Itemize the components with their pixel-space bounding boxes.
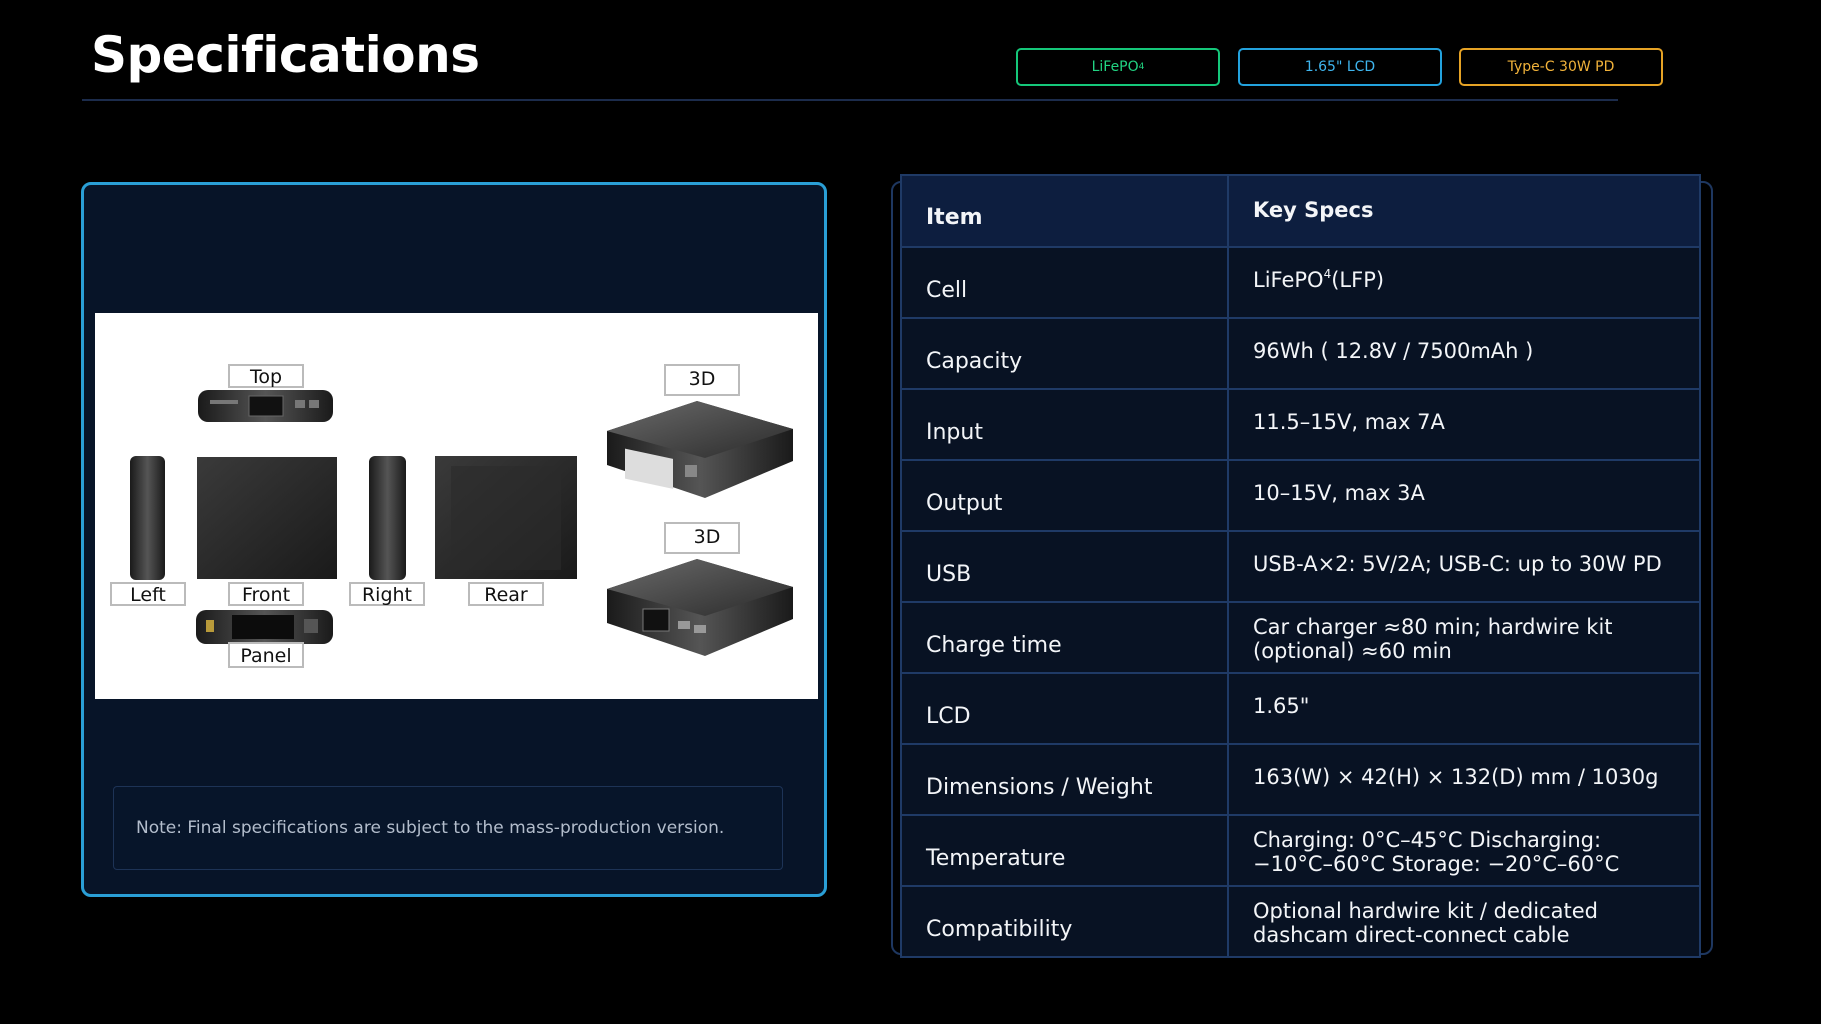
row-spec: 163(W) × 42(H) × 132(D) mm / 1030g [1253, 765, 1659, 789]
right-view [369, 456, 406, 580]
table-row: Dimensions / Weight 163(W) × 42(H) × 132… [900, 745, 1701, 816]
label-rear: Rear [484, 584, 528, 606]
row-spec: LiFePO 4 (LFP) [1229, 248, 1699, 317]
label-right: Right [362, 584, 412, 606]
row-spec: 1.65" [1253, 694, 1310, 718]
row-spec: USB-A×2: 5V/2A; USB-C: up to 30W PD [1253, 552, 1662, 576]
label-top: Top [249, 366, 282, 388]
table-row: Compatibility Optional hardwire kit / de… [900, 887, 1701, 958]
header-item: Item [902, 176, 1229, 246]
row-item: Capacity [902, 319, 1229, 388]
front-view [197, 457, 337, 579]
table-row: Cell LiFePO 4 (LFP) [900, 248, 1701, 319]
row-spec: 96Wh ( 12.8V / 7500mAh ) [1253, 339, 1534, 363]
row-spec: 10–15V, max 3A [1253, 481, 1425, 505]
row-item: Cell [902, 248, 1229, 317]
tag-typec-pd-label: Type-C 30W PD [1507, 59, 1615, 75]
table-row: Input 11.5–15V, max 7A [900, 390, 1701, 461]
row-item: USB [902, 532, 1229, 601]
tag-typec-pd: Type-C 30W PD [1459, 48, 1663, 86]
label-3d-2: 3D [694, 526, 721, 548]
row-item: Compatibility [902, 887, 1229, 956]
label-front: Front [242, 584, 290, 606]
label-3d-1: 3D [689, 368, 716, 390]
page-title: Specifications [91, 26, 480, 84]
row-spec: Charging: 0°C–45°C Discharging: −10°C–60… [1253, 828, 1620, 877]
production-note: Note: Final specifications are subject t… [113, 786, 783, 870]
spec-text-after: (LFP) [1331, 268, 1385, 292]
product-views-image: Top Left Front Right Rear Panel 3D 3D [95, 313, 818, 699]
table-row: LCD 1.65" [900, 674, 1701, 745]
tag-lifepo4: LiFePO 4 [1016, 48, 1220, 86]
row-item: Input [902, 390, 1229, 459]
table-row: USB USB-A×2: 5V/2A; USB-C: up to 30W PD [900, 532, 1701, 603]
table-header-row: Item Key Specs [900, 174, 1701, 248]
row-item: Output [902, 461, 1229, 530]
row-item: Charge time [902, 603, 1229, 672]
product-views-panel: Top Left Front Right Rear Panel 3D 3D No… [81, 182, 827, 897]
3d-view-2 [607, 559, 793, 656]
label-panel: Panel [240, 645, 291, 667]
row-item: LCD [902, 674, 1229, 743]
left-view [130, 456, 165, 580]
tag-lcd: 1.65" LCD [1238, 48, 1442, 86]
title-divider [82, 99, 1618, 101]
spec-subscript: 4 [1323, 267, 1332, 281]
row-item: Temperature [902, 816, 1229, 885]
3d-view-1 [607, 401, 793, 498]
label-left: Left [130, 584, 166, 606]
tag-lifepo4-subscript: 4 [1138, 62, 1145, 72]
spec-text: LiFePO [1253, 268, 1324, 292]
row-item: Dimensions / Weight [902, 745, 1229, 814]
panel-view [196, 610, 333, 644]
header-key-specs: Key Specs [1253, 198, 1374, 222]
row-spec: Car charger ≈80 min; hardwire kit (optio… [1253, 615, 1613, 664]
rear-view [435, 456, 577, 579]
top-view [198, 390, 333, 422]
tag-lifepo4-label: LiFePO [1091, 59, 1139, 75]
row-spec: 11.5–15V, max 7A [1253, 410, 1445, 434]
spec-table: Item Key Specs Cell LiFePO 4 (LFP) Capaci… [900, 174, 1701, 958]
row-spec: Optional hardwire kit / dedicated dashca… [1253, 899, 1598, 948]
table-row: Capacity 96Wh ( 12.8V / 7500mAh ) [900, 319, 1701, 390]
table-row: Output 10–15V, max 3A [900, 461, 1701, 532]
table-row: Temperature Charging: 0°C–45°C Dischargi… [900, 816, 1701, 887]
table-row: Charge time Car charger ≈80 min; hardwir… [900, 603, 1701, 674]
tag-lcd-label: 1.65" LCD [1304, 59, 1376, 75]
